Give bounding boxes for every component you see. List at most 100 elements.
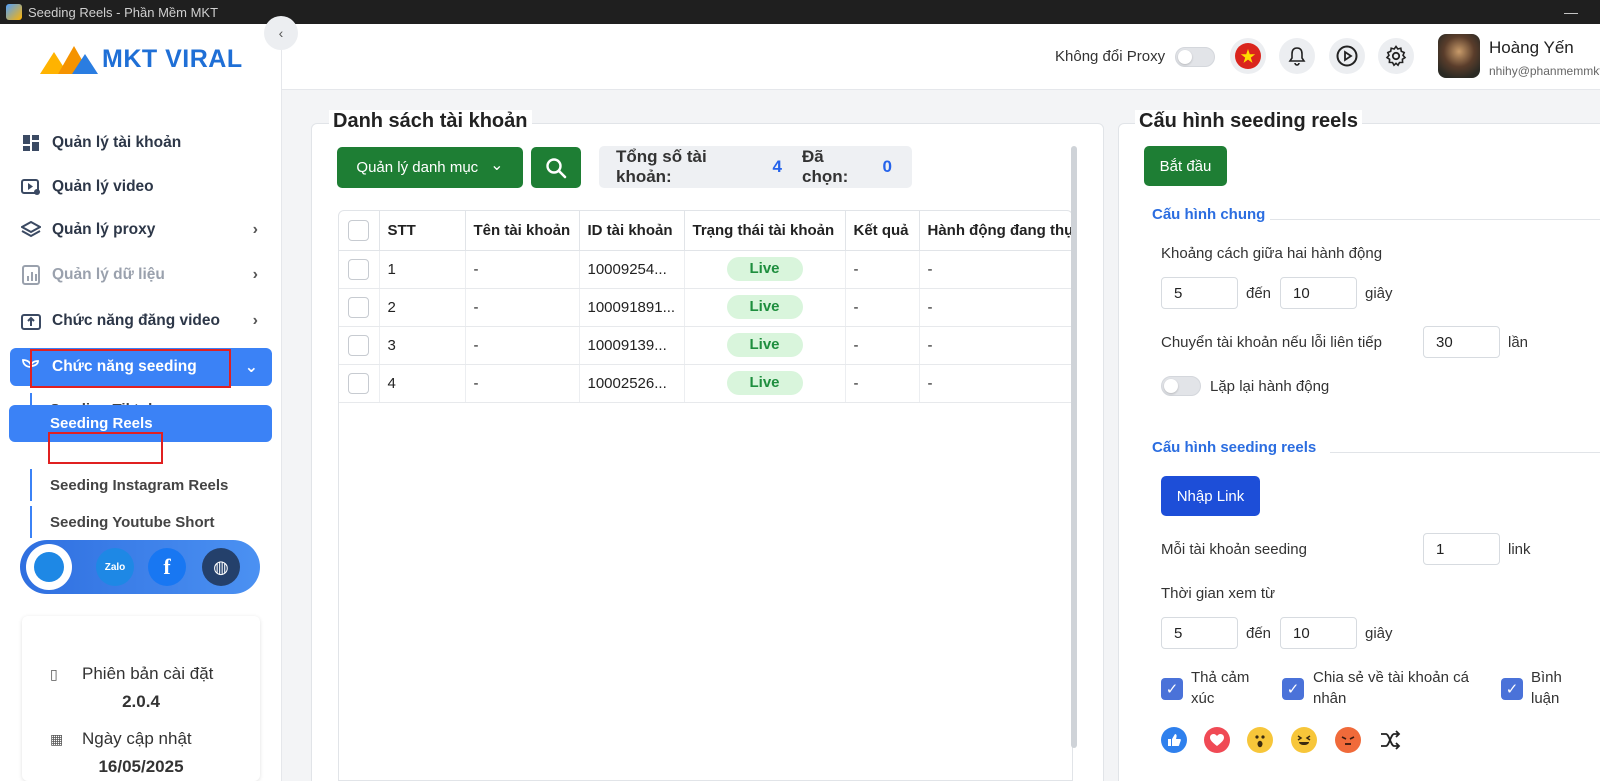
chevron-right-icon: › xyxy=(252,312,258,329)
user-email: nhihy@phanmemmkt.vn xyxy=(1489,64,1600,78)
watch-from-input[interactable]: 5 xyxy=(1161,617,1238,649)
calendar-icon: ▦ xyxy=(50,730,64,747)
play-tutorial-button[interactable] xyxy=(1329,38,1365,74)
total-accounts-value: 4 xyxy=(772,157,782,176)
column-header-name[interactable]: Tên tài khoản xyxy=(465,211,580,251)
facebook-icon[interactable]: f xyxy=(148,548,186,586)
sub-item-seeding-youtube[interactable]: Seeding Youtube Short xyxy=(30,506,214,538)
status-badge: Live xyxy=(726,371,803,395)
comment-checkbox[interactable]: ✓ xyxy=(1501,678,1523,700)
cell-action: - xyxy=(919,288,1072,327)
sidebar-item-label: Quản lý proxy xyxy=(52,221,156,238)
section-divider xyxy=(1330,452,1600,453)
social-links: Zalo f ◍ xyxy=(20,540,260,594)
cell-name: - xyxy=(465,288,580,327)
react-checkbox[interactable]: ✓ xyxy=(1161,678,1183,700)
column-header-action[interactable]: Hành động đang thực hiện xyxy=(919,211,1072,251)
sidebar-item-upload-video[interactable]: Chức năng đăng video › xyxy=(10,302,272,340)
love-reaction-icon[interactable] xyxy=(1204,727,1230,753)
repeat-action-toggle[interactable] xyxy=(1161,376,1201,396)
app-icon xyxy=(6,4,22,20)
cell-stt: 1 xyxy=(379,250,466,289)
cell-result: - xyxy=(845,250,920,289)
shuffle-reaction-icon[interactable] xyxy=(1378,727,1404,753)
wow-reaction-icon[interactable] xyxy=(1247,727,1273,753)
search-button[interactable] xyxy=(531,147,581,188)
interval-from-input[interactable]: 5 xyxy=(1161,277,1238,309)
annotation-highlight xyxy=(30,349,231,388)
language-button[interactable] xyxy=(1230,38,1266,74)
website-icon[interactable]: ◍ xyxy=(202,548,240,586)
table-row[interactable]: 1 - 10009254... Live - - xyxy=(339,250,1072,289)
share-checkbox[interactable]: ✓ xyxy=(1282,678,1304,700)
comment-checkbox-label: Bình luận xyxy=(1531,669,1562,707)
start-button[interactable]: Bắt đầu xyxy=(1144,146,1227,186)
row-checkbox[interactable] xyxy=(348,372,369,394)
logo-mark-icon xyxy=(40,44,98,74)
interval-to-input[interactable]: 10 xyxy=(1280,277,1357,309)
total-accounts-label: Tổng số tài khoản: xyxy=(616,147,707,186)
per-account-input[interactable]: 1 xyxy=(1423,533,1500,565)
gear-icon xyxy=(1385,45,1407,67)
column-header-stt[interactable]: STT xyxy=(379,211,466,251)
like-reaction-icon[interactable] xyxy=(1161,727,1187,753)
column-header-result[interactable]: Kết quả xyxy=(845,211,920,251)
interval-label: Khoảng cách giữa hai hành động xyxy=(1161,245,1383,262)
accounts-scrollbar[interactable] xyxy=(1071,146,1077,748)
notifications-button[interactable] xyxy=(1279,38,1315,74)
sidebar-item-accounts[interactable]: Quản lý tài khoản xyxy=(10,124,272,162)
settings-button[interactable] xyxy=(1378,38,1414,74)
table-row[interactable]: 3 - 10009139... Live - - xyxy=(339,326,1072,365)
sidebar-item-data[interactable]: Quản lý dữ liệu › xyxy=(10,256,272,294)
import-link-button[interactable]: Nhập Link xyxy=(1161,476,1260,516)
version-icon: ▯ xyxy=(50,665,58,682)
status-badge: Live xyxy=(726,333,803,357)
per-account-label: Mỗi tài khoản seeding xyxy=(1161,541,1307,558)
sub-item-seeding-instagram[interactable]: Seeding Instagram Reels xyxy=(30,469,228,501)
sidebar-item-videos[interactable]: Quản lý video xyxy=(10,168,272,206)
chart-icon xyxy=(20,265,42,285)
category-manage-button[interactable]: Quản lý danh mục ⌄ xyxy=(337,147,523,188)
proxy-toggle[interactable] xyxy=(1175,47,1215,67)
row-checkbox[interactable] xyxy=(348,258,369,280)
brand-logo[interactable]: MKT VIRAL xyxy=(40,42,243,76)
react-checkbox-label: Thả cảm xúc xyxy=(1191,669,1250,707)
reels-config-section: Cấu hình seeding reels xyxy=(1152,439,1317,456)
cell-result: - xyxy=(845,288,920,327)
table-row[interactable]: 4 - 10002526... Live - - xyxy=(339,364,1072,403)
row-checkbox[interactable] xyxy=(348,296,369,318)
minimize-button[interactable]: — xyxy=(1564,4,1578,20)
search-icon xyxy=(546,157,567,178)
avatar[interactable] xyxy=(1438,34,1480,78)
cell-id: 10002526... xyxy=(579,364,685,403)
cell-result: - xyxy=(845,326,920,365)
support-chat-icon[interactable] xyxy=(26,544,72,590)
column-header-id[interactable]: ID tài khoản xyxy=(579,211,685,251)
zalo-icon[interactable]: Zalo xyxy=(96,548,134,586)
version-label: Phiên bản cài đặt xyxy=(82,664,214,683)
table-row[interactable]: 2 - 100091891... Live - - xyxy=(339,288,1072,327)
sidebar-item-proxy[interactable]: Quản lý proxy › xyxy=(10,211,272,249)
sidebar-item-label: Quản lý video xyxy=(52,178,154,195)
cell-name: - xyxy=(465,326,580,365)
play-circle-icon xyxy=(1336,45,1358,67)
chevron-down-icon: ⌄ xyxy=(490,156,504,174)
cell-id: 10009254... xyxy=(579,250,685,289)
category-manage-label: Quản lý danh mục xyxy=(356,159,479,176)
haha-reaction-icon[interactable] xyxy=(1291,727,1317,753)
watch-to-input[interactable]: 10 xyxy=(1280,617,1357,649)
general-config-section: Cấu hình chung xyxy=(1152,206,1266,223)
cell-stt: 2 xyxy=(379,288,466,327)
version-value: 2.0.4 xyxy=(122,692,160,711)
angry-reaction-icon[interactable] xyxy=(1335,727,1361,753)
switch-account-input[interactable]: 30 xyxy=(1423,326,1500,358)
select-all-checkbox[interactable] xyxy=(348,219,369,241)
sidebar-collapse-button[interactable]: ‹ xyxy=(264,16,298,50)
column-header-status[interactable]: Trạng thái tài khoản xyxy=(684,211,846,251)
config-panel-title: Cấu hình seeding reels xyxy=(1135,110,1362,133)
row-checkbox[interactable] xyxy=(348,334,369,356)
cell-action: - xyxy=(919,364,1072,403)
version-row: ▯ Phiên bản cài đặt xyxy=(50,664,213,684)
chevron-right-icon: › xyxy=(252,266,258,283)
sidebar-item-label: Chức năng đăng video xyxy=(52,312,220,329)
